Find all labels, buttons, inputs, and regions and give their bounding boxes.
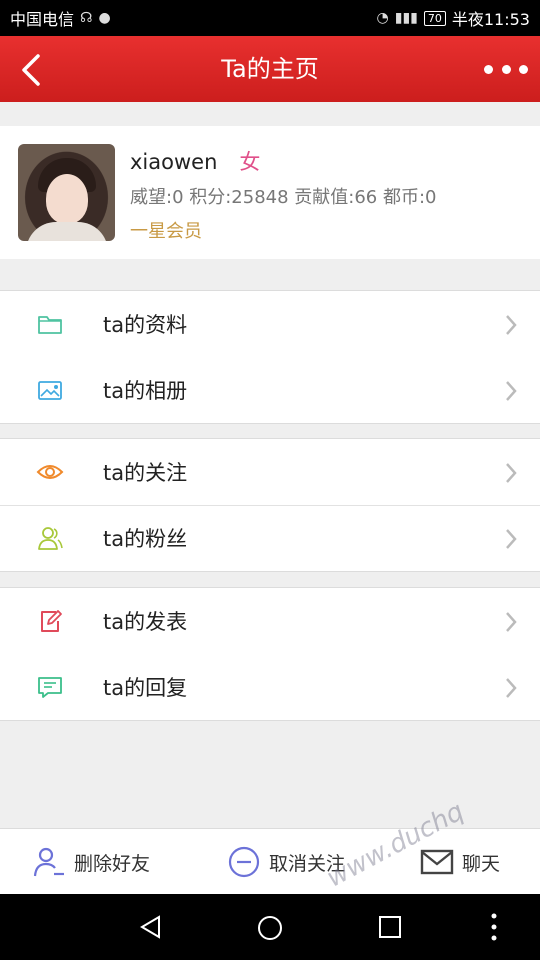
page-title: Ta的主页 xyxy=(221,55,319,83)
username: xiaowen xyxy=(130,150,218,174)
top-navbar: Ta的主页 xyxy=(0,36,540,102)
clock: 半夜11:53 xyxy=(451,10,530,29)
unfollow-label: 取消关注 xyxy=(269,852,346,875)
wifi-icon: ◔ xyxy=(376,10,389,26)
menu-item-fans[interactable]: ta的粉丝 xyxy=(0,505,540,571)
chevron-right-icon xyxy=(506,381,517,401)
more-options-icon[interactable] xyxy=(484,58,528,80)
menu-item-following[interactable]: ta的关注 xyxy=(0,439,540,505)
action-bar: 删除好友 取消关注 聊天 xyxy=(0,828,540,894)
notification-icon: ☊ xyxy=(80,10,93,26)
system-menu-icon[interactable] xyxy=(488,912,500,942)
chevron-right-icon xyxy=(506,463,517,483)
menu-group-social: ta的关注 ta的粉丝 xyxy=(0,438,540,572)
comment-icon xyxy=(38,677,62,698)
avatar[interactable] xyxy=(18,144,115,241)
folder-icon xyxy=(38,316,62,334)
signal-icon: ▮▮▮ xyxy=(394,10,418,26)
wechat-icon: ● xyxy=(98,10,111,26)
gender: 女 xyxy=(239,150,261,174)
menu-group-profile: ta的资料 ta的相册 xyxy=(0,290,540,424)
menu-item-label: ta的粉丝 xyxy=(103,527,188,551)
delete-friend-button[interactable]: 删除好友 xyxy=(32,829,150,895)
profile-card: xiaowen 女 威望:0 积分:25848 贡献值:66 都币:0 一星会员 xyxy=(0,126,540,259)
menu-item-label: ta的资料 xyxy=(103,313,188,337)
name-row: xiaowen 女 xyxy=(130,146,260,176)
menu-item-label: ta的发表 xyxy=(103,610,188,634)
system-navigation-bar xyxy=(0,894,540,960)
chat-button[interactable]: 聊天 xyxy=(420,829,500,895)
system-home-icon[interactable] xyxy=(256,914,284,942)
carrier-name: 中国电信 xyxy=(10,10,75,29)
status-bar: 中国电信 ☊ ● ◔ ▮▮▮ 70 半夜11:53 xyxy=(0,0,540,36)
member-level: 一星会员 xyxy=(130,221,202,242)
menu-item-profile[interactable]: ta的资料 xyxy=(0,291,540,357)
battery-icon: 70 xyxy=(423,10,446,26)
chevron-right-icon xyxy=(506,315,517,335)
menu-item-replies[interactable]: ta的回复 xyxy=(0,654,540,720)
delete-friend-label: 删除好友 xyxy=(74,852,151,875)
chat-label: 聊天 xyxy=(462,852,501,875)
mail-icon xyxy=(420,849,454,875)
system-recents-icon[interactable] xyxy=(377,914,403,940)
user-stats: 威望:0 积分:25848 贡献值:66 都币:0 xyxy=(130,187,437,208)
chevron-right-icon xyxy=(506,612,517,632)
menu-item-album[interactable]: ta的相册 xyxy=(0,357,540,423)
edit-icon xyxy=(41,610,62,632)
chevron-right-icon xyxy=(506,529,517,549)
eye-icon xyxy=(36,465,64,479)
system-back-icon[interactable] xyxy=(138,914,164,940)
photo-icon xyxy=(38,381,62,400)
remove-user-icon xyxy=(33,847,64,877)
menu-item-posts[interactable]: ta的发表 xyxy=(0,588,540,654)
unfollow-button[interactable]: 取消关注 xyxy=(227,829,345,895)
users-icon xyxy=(38,527,63,550)
menu-group-posts: ta的发表 ta的回复 xyxy=(0,587,540,721)
menu-item-label: ta的回复 xyxy=(103,676,188,700)
menu-item-label: ta的关注 xyxy=(103,461,188,485)
menu-item-label: ta的相册 xyxy=(103,379,188,403)
minus-circle-icon xyxy=(228,846,260,878)
chevron-right-icon xyxy=(506,678,517,698)
